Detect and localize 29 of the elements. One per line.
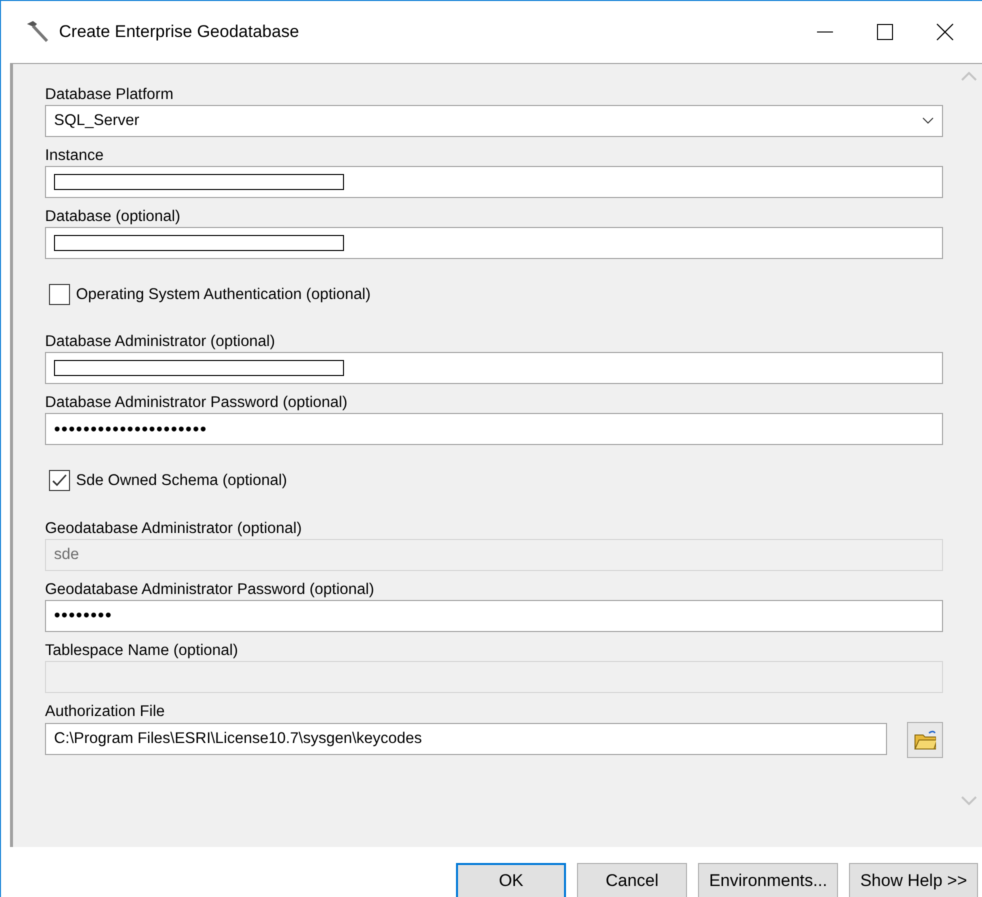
field-label: Instance (45, 147, 105, 165)
dropdown-field[interactable]: SQL_Server (45, 105, 943, 137)
input-field[interactable]: ••••••••••••••••••••• (45, 413, 943, 446)
field-label: Database Platform (45, 86, 174, 104)
field-label: Database (optional) (45, 208, 182, 226)
dialog-button[interactable]: OK (456, 863, 566, 897)
checkbox-label: Operating System Authentication (optional) (76, 285, 371, 305)
field-label: Geodatabase Administrator Password (optional) (45, 580, 376, 598)
dialog-button[interactable]: Show Help >> (849, 863, 978, 897)
window-title: Create Enterprise Geodatabase (59, 21, 300, 44)
field-label: Database Administrator (optional) (45, 333, 276, 352)
field-label: Geodatabase Administrator (optional) (45, 520, 303, 538)
caret-icon (922, 117, 934, 125)
input-field[interactable]: C:\Program Files\ESRI\License10.7\sysgen\keycodes (45, 722, 887, 754)
input-field[interactable] (45, 227, 943, 259)
field-label: Tablespace Name (optional) (45, 642, 239, 660)
input-field[interactable] (45, 352, 943, 384)
checkbox[interactable] (49, 284, 70, 306)
maximize-icon[interactable] (876, 23, 894, 41)
folder-icon[interactable] (907, 722, 943, 758)
field-label: Authorization File (45, 702, 166, 720)
input-field[interactable] (45, 166, 943, 198)
input-field[interactable]: •••••••• (45, 600, 943, 632)
close-icon[interactable] (936, 23, 954, 41)
checkbox-label: Sde Owned Schema (optional) (76, 471, 288, 492)
dialog-button[interactable]: Environments... (698, 863, 838, 897)
dialog-button[interactable]: Cancel (577, 863, 688, 897)
checkbox[interactable] (49, 470, 70, 492)
field-label: Database Administrator Password (optional) (45, 394, 348, 412)
